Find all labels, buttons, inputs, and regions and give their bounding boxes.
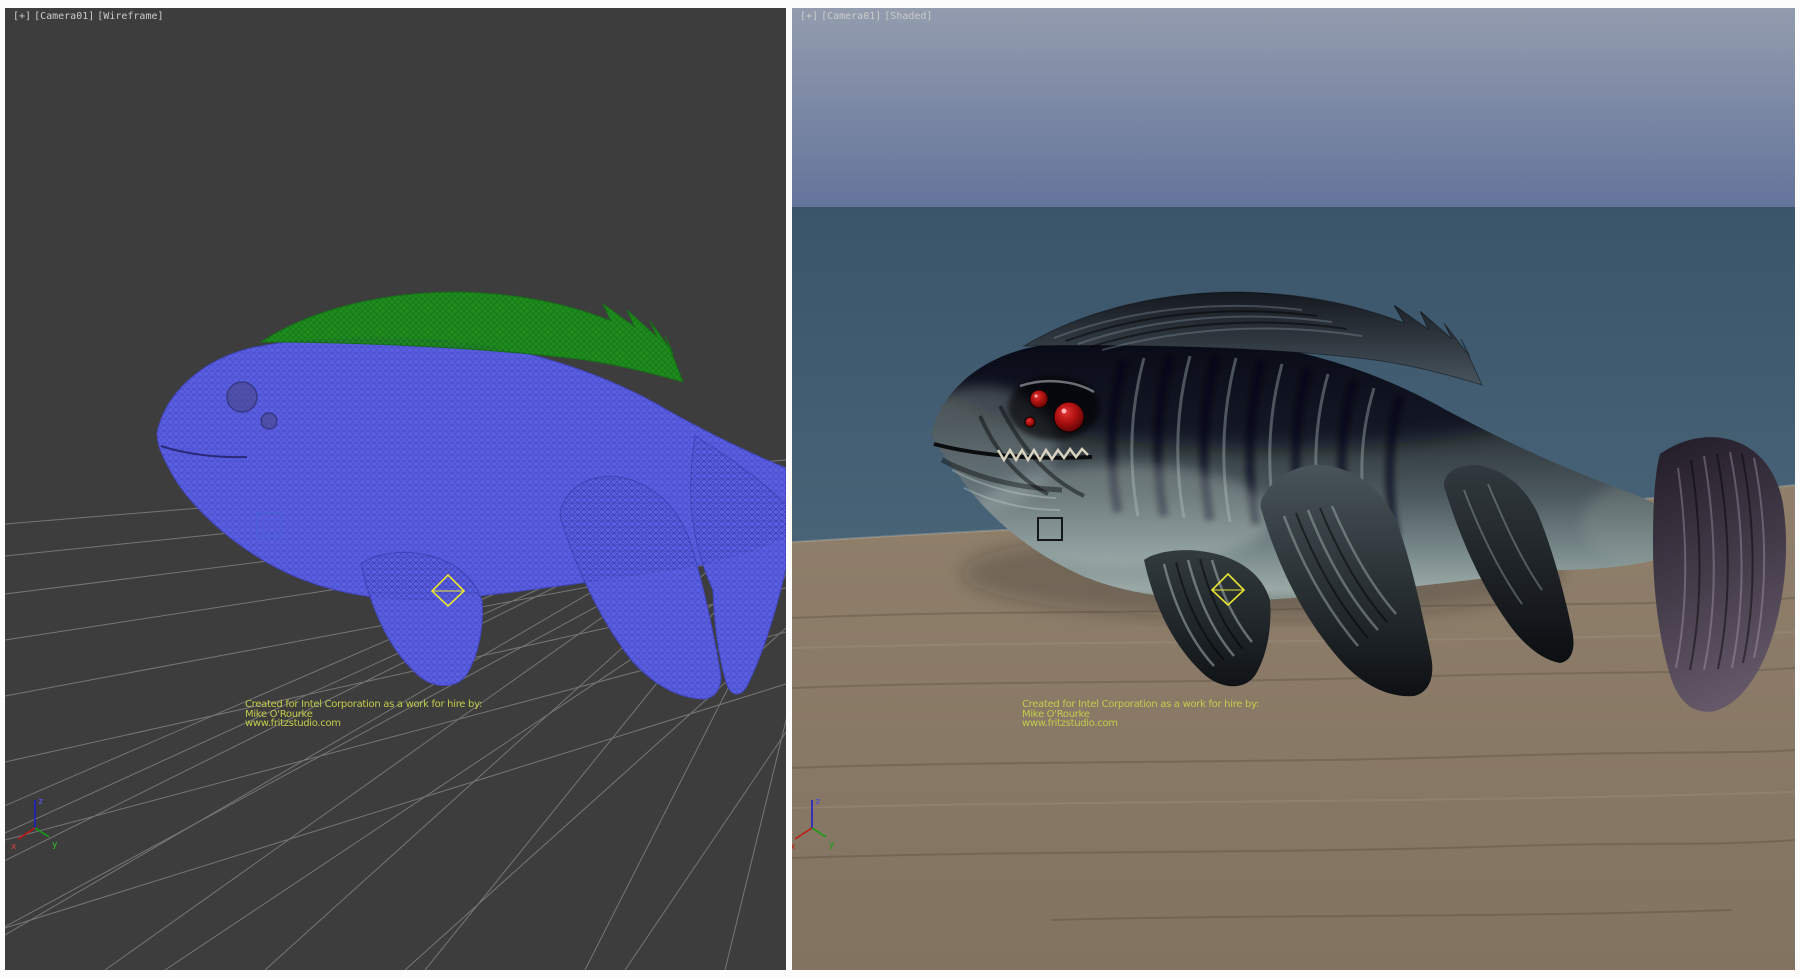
viewport-menu-shading[interactable]: [Shaded] xyxy=(884,11,932,22)
axis-x-label: x xyxy=(11,842,17,852)
application-window: [+] [Camera01] [Wireframe] xyxy=(0,0,1800,978)
credit-line-3: www.fritzstudio.com xyxy=(1022,719,1259,729)
viewport-menu-pov[interactable]: [Camera01] xyxy=(34,11,94,22)
viewport-menu-general[interactable]: [+] xyxy=(13,11,31,22)
axis-y-label: y xyxy=(829,840,835,850)
fish-eye xyxy=(227,382,257,412)
world-axis-tripod: z x y xyxy=(11,797,58,852)
axis-x-label: x xyxy=(792,842,796,852)
sky xyxy=(792,8,1795,207)
viewport-shaded[interactable]: [+] [Camera01] [Shaded] xyxy=(792,8,1795,970)
axis-z-label: z xyxy=(38,797,43,807)
viewport-menu-shading[interactable]: [Wireframe] xyxy=(97,11,163,22)
axis-z-label: z xyxy=(815,797,820,807)
credit-line-3: www.fritzstudio.com xyxy=(245,719,482,729)
viewport-menu-pov[interactable]: [Camera01] xyxy=(821,11,881,22)
viewport-menu-general[interactable]: [+] xyxy=(800,11,818,22)
viewport-wireframe[interactable]: [+] [Camera01] [Wireframe] xyxy=(5,8,786,970)
viewport-label: [+] [Camera01] [Wireframe] xyxy=(13,11,164,22)
shaded-canvas[interactable]: z x y xyxy=(792,8,1795,970)
viewport-label: [+] [Camera01] [Shaded] xyxy=(800,11,932,22)
credit-text: Created for Intel Corporation as a work … xyxy=(1022,700,1259,729)
wireframe-canvas[interactable]: z x y xyxy=(5,8,786,970)
axis-y-label: y xyxy=(52,840,58,850)
fish-model-wireframe[interactable] xyxy=(157,292,786,699)
credit-text: Created for Intel Corporation as a work … xyxy=(245,700,482,729)
fish-eye-small xyxy=(261,413,277,429)
